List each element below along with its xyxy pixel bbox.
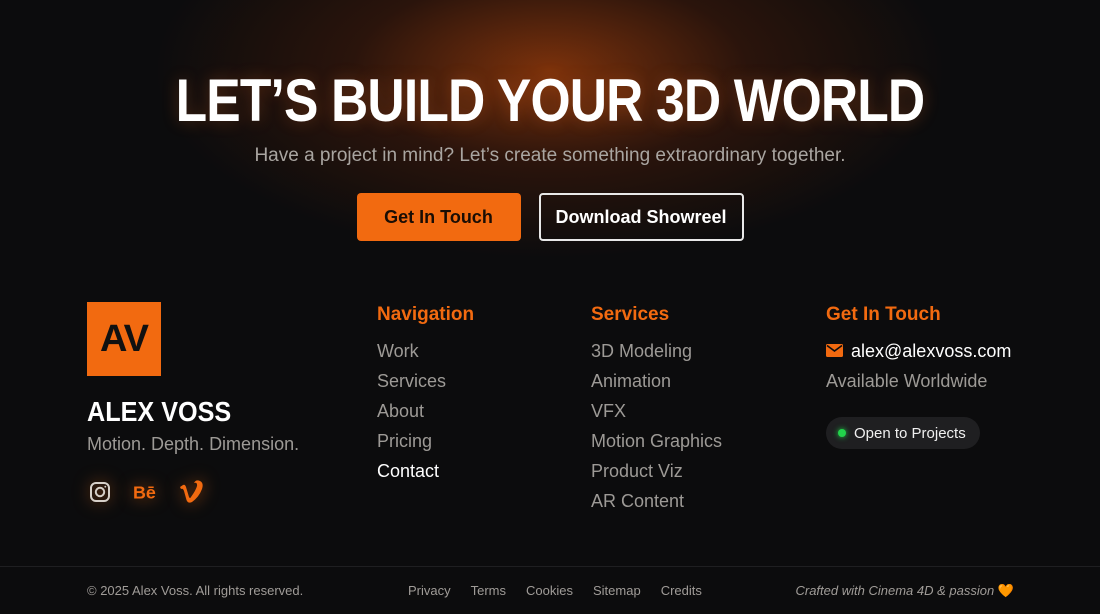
service-link-animation[interactable]: Animation <box>591 366 722 396</box>
contact-heading: Get In Touch <box>826 304 941 325</box>
terms-link[interactable]: Terms <box>471 583 506 598</box>
sitemap-link[interactable]: Sitemap <box>593 583 641 598</box>
nav-link-contact[interactable]: Contact <box>377 456 474 486</box>
email-text: alex@alexvoss.com <box>851 340 1012 361</box>
nav-link-about[interactable]: About <box>377 396 474 426</box>
service-link-3d-modeling[interactable]: 3D Modeling <box>591 336 722 366</box>
brand-block: AV ALEX VOSS Motion. Depth. Dimension. B… <box>87 302 299 505</box>
availability-text: Available Worldwide <box>826 371 988 391</box>
service-link-vfx[interactable]: VFX <box>591 396 722 426</box>
instagram-icon[interactable] <box>87 479 113 505</box>
hero-subtitle: Have a project in mind? Let’s create som… <box>254 145 846 166</box>
status-badge: Open to Projects <box>826 417 980 449</box>
mail-icon <box>826 341 843 362</box>
services-heading: Services <box>591 304 670 325</box>
get-in-touch-button[interactable]: Get In Touch <box>356 193 521 241</box>
svg-text:Bē: Bē <box>133 483 156 503</box>
service-link-ar-content[interactable]: AR Content <box>591 486 722 516</box>
crafted-text: Crafted with Cinema 4D & passion 🧡 <box>795 583 1014 599</box>
status-dot-icon <box>838 429 846 437</box>
social-links: Bē <box>87 479 299 505</box>
crafted-label: Crafted with Cinema 4D & passion <box>795 583 995 598</box>
brand-name: ALEX VOSS <box>87 396 232 427</box>
behance-icon[interactable]: Bē <box>133 479 159 505</box>
email-link[interactable]: alex@alexvoss.com <box>826 336 1011 366</box>
logo[interactable]: AV <box>87 302 161 376</box>
cookies-link[interactable]: Cookies <box>526 583 573 598</box>
hero-section: LET’S BUILD YOUR 3D WORLD Have a project… <box>0 0 1100 270</box>
brand-tagline: Motion. Depth. Dimension. <box>87 434 300 454</box>
legal-links: Privacy Terms Cookies Sitemap Credits <box>408 583 702 598</box>
service-link-motion-graphics[interactable]: Motion Graphics <box>591 426 722 456</box>
cta-row: Get In Touch Download Showreel <box>0 193 1100 241</box>
credits-link[interactable]: Credits <box>661 583 702 598</box>
privacy-link[interactable]: Privacy <box>408 583 451 598</box>
services-column: Services 3D Modeling Animation VFX Motio… <box>591 304 722 516</box>
copyright-text: © 2025 Alex Voss. All rights reserved. <box>87 583 304 598</box>
footer-bar: © 2025 Alex Voss. All rights reserved. P… <box>0 567 1100 614</box>
nav-link-services[interactable]: Services <box>377 366 474 396</box>
service-link-product-viz[interactable]: Product Viz <box>591 456 722 486</box>
heart-icon: 🧡 <box>997 583 1014 598</box>
nav-link-work[interactable]: Work <box>377 336 474 366</box>
nav-link-pricing[interactable]: Pricing <box>377 426 474 456</box>
download-showreel-button[interactable]: Download Showreel <box>538 193 744 241</box>
navigation-column: Navigation Work Services About Pricing C… <box>377 304 474 486</box>
contact-column: Get In Touch alex@alexvoss.com Available… <box>826 304 1011 449</box>
status-text: Open to Projects <box>854 424 966 442</box>
navigation-heading: Navigation <box>377 304 475 325</box>
hero-title: LET’S BUILD YOUR 3D WORLD <box>175 67 926 134</box>
vimeo-icon[interactable] <box>179 479 205 505</box>
